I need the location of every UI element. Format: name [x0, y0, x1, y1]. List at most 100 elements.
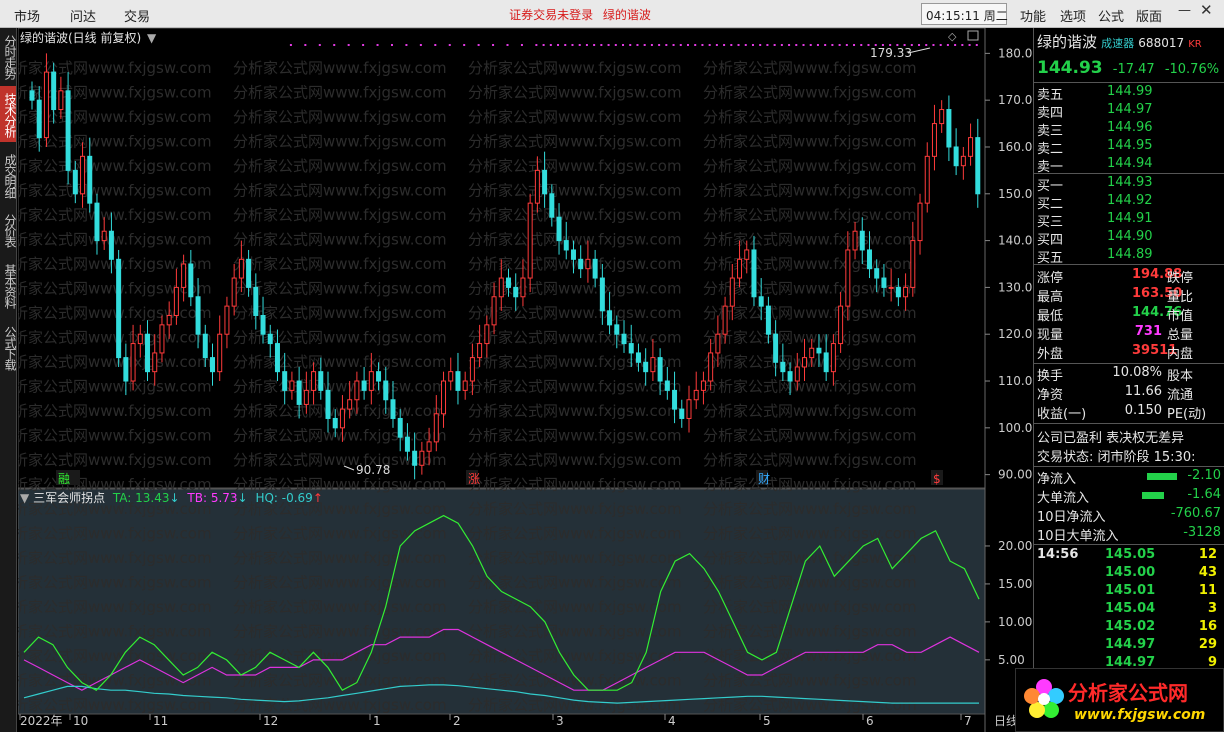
candle-body: [426, 441, 432, 452]
divider: [1034, 363, 1224, 364]
candle-body: [202, 333, 208, 359]
menu-market[interactable]: 市场: [14, 6, 40, 25]
tab-technical[interactable]: 技术分析: [0, 86, 17, 142]
watermark-text: 分析家公式网www.fxjgsw.com: [468, 157, 682, 175]
chevron-down-icon[interactable]: ▼: [20, 491, 29, 505]
menu-formula[interactable]: 公式: [1098, 6, 1124, 25]
tab-formula-download[interactable]: 公式下载: [0, 318, 17, 376]
candle-body: [339, 408, 345, 429]
watermark-text: 分析家公式网www.fxjgsw.com: [18, 353, 212, 371]
watermark-text: 分析家公式网www.fxjgsw.com: [468, 133, 682, 151]
candle-body: [888, 286, 894, 289]
watermark-text: 分析家公式网www.fxjgsw.com: [468, 304, 682, 322]
minimize-icon[interactable]: —: [1178, 3, 1191, 18]
ask-row: 卖三 144.96: [1037, 120, 1153, 139]
candle-body: [917, 202, 923, 242]
candle-body: [101, 230, 107, 242]
signal-dot: [730, 44, 733, 46]
candle-body: [744, 249, 750, 260]
chart-svg[interactable]: 分析家公式网www.fxjgsw.com 分析家公式网www.fxjgsw.com…: [18, 28, 1033, 732]
watermark-text: 分析家公式网www.fxjgsw.com: [18, 378, 212, 396]
tab-price-table[interactable]: 分价表: [0, 206, 17, 252]
candle-body: [108, 230, 114, 260]
bid-price: 144.89: [1107, 247, 1153, 262]
signal-dot: [557, 44, 560, 46]
menu-trade[interactable]: 交易: [124, 6, 150, 25]
bid-row: 买五 144.89: [1037, 247, 1153, 266]
window-title: 证券交易未登录 绿的谐波: [470, 6, 690, 23]
signal-dot: [492, 44, 495, 46]
candle-body: [354, 380, 360, 401]
signal-dot: [809, 44, 812, 46]
candle-body: [708, 352, 714, 382]
watermark-text: 分析家公式网www.fxjgsw.com: [233, 574, 447, 592]
watermark-text: 分析家公式网www.fxjgsw.com: [468, 329, 682, 347]
candle-body: [773, 333, 779, 363]
stat-value: 39511: [1132, 343, 1178, 358]
main-chart-title: 绿的谐波(日线 前复权) ▼: [20, 29, 156, 46]
tab-trade-detail[interactable]: 成交明细: [0, 146, 17, 204]
notice-trade-status: 交易状态: 闭市阶段 15:30:: [1037, 450, 1196, 465]
candle-body: [145, 333, 151, 373]
quote-price: 144.93: [1037, 58, 1103, 78]
candle-body: [231, 277, 237, 307]
signal-dot: [405, 44, 408, 46]
stat-value: 10.08%: [1112, 365, 1162, 380]
watermark-text: 分析家公式网www.fxjgsw.com: [468, 696, 682, 714]
ask-price: 144.96: [1107, 120, 1153, 135]
signal-dot: [593, 44, 596, 46]
tab-basic-info[interactable]: 基本资料: [0, 256, 17, 314]
chevron-down-icon[interactable]: ▼: [147, 31, 156, 45]
candle-body: [491, 296, 497, 326]
watermark-text: 分析家公式网www.fxjgsw.com: [18, 574, 212, 592]
candle-body: [296, 380, 302, 405]
divider: [1034, 423, 1224, 424]
watermark-text: 分析家公式网www.fxjgsw.com: [703, 598, 917, 616]
watermark-text: 分析家公式网www.fxjgsw.com: [468, 500, 682, 518]
candle-body: [621, 333, 627, 345]
candle-body: [181, 263, 187, 288]
bid-label: 买一: [1037, 179, 1064, 194]
watermark-text: 分析家公式网www.fxjgsw.com: [18, 623, 212, 641]
tab-intraday[interactable]: 分时走势: [0, 28, 17, 84]
candle-body: [924, 155, 930, 204]
candle-body: [260, 314, 266, 335]
watermark-text: 分析家公式网www.fxjgsw.com: [703, 157, 917, 175]
candle-body: [946, 109, 952, 148]
menu-wenda[interactable]: 问达: [70, 6, 96, 25]
divider: [1034, 264, 1224, 265]
candle-body: [72, 169, 78, 195]
watermark-text: 分析家公式网www.fxjgsw.com: [468, 549, 682, 567]
candle-body: [43, 71, 49, 139]
tick-volume: 16: [1198, 619, 1217, 634]
candle-body: [325, 389, 331, 419]
candle-body: [303, 389, 309, 405]
candle-body: [513, 286, 519, 298]
candle-body: [845, 249, 851, 307]
x-tick-label: 1: [373, 714, 381, 728]
watermark-text: 分析家公式网www.fxjgsw.com: [18, 696, 212, 714]
candle-body: [657, 357, 663, 382]
watermark-text: 分析家公式网www.fxjgsw.com: [703, 206, 917, 224]
candle-body: [433, 413, 439, 443]
bid-price: 144.90: [1107, 229, 1153, 244]
close-icon[interactable]: ✕: [1200, 1, 1213, 19]
menu-layout[interactable]: 版面: [1136, 6, 1162, 25]
ask-label: 卖三: [1037, 124, 1064, 139]
arrow-up-icon: ↑: [312, 491, 323, 505]
bid-row: 买四 144.90: [1037, 229, 1153, 248]
signal-dot: [918, 44, 921, 46]
watermark-text: 分析家公式网www.fxjgsw.com: [468, 647, 682, 665]
stat-row: 最低 144.76 市值: [1037, 305, 1193, 324]
watermark-text: 分析家公式网www.fxjgsw.com: [703, 402, 917, 420]
menu-function[interactable]: 功能: [1020, 6, 1046, 25]
bid-price: 144.93: [1107, 175, 1153, 190]
quote-stock-name: 绿的谐波: [1037, 33, 1098, 51]
chart-area[interactable]: 分析家公式网www.fxjgsw.com 分析家公式网www.fxjgsw.com…: [18, 28, 1033, 732]
menu-options[interactable]: 选项: [1060, 6, 1086, 25]
watermark-text: 分析家公式网www.fxjgsw.com: [703, 84, 917, 102]
signal-dot: [715, 44, 718, 46]
watermark-text: 分析家公式网www.fxjgsw.com: [233, 133, 447, 151]
flow-label: 10日大单流入: [1037, 529, 1119, 544]
candle-body: [960, 155, 966, 167]
